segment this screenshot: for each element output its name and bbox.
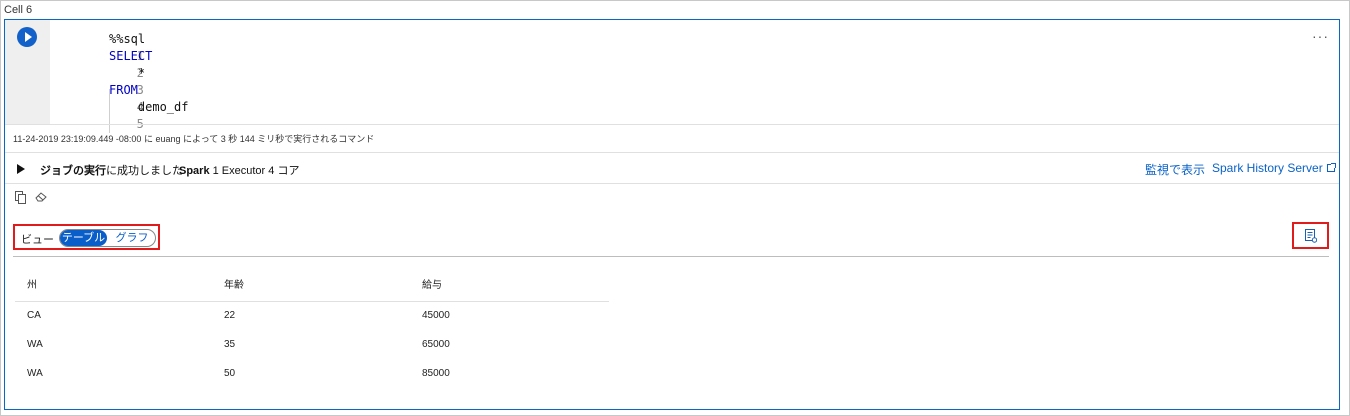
divider	[5, 183, 1339, 184]
table-cell: 50	[224, 368, 236, 379]
eraser-icon[interactable]	[35, 192, 47, 202]
table-row: WA 35 65000	[15, 330, 609, 359]
spark-resources: 1 Executor 4 コア	[209, 165, 300, 177]
spark-info: Spark 1 Executor 4 コア	[179, 162, 299, 178]
chart-settings-group	[1292, 222, 1329, 249]
run-cell-button[interactable]	[17, 27, 37, 47]
divider	[5, 124, 1339, 125]
notebook-cell-container: Cell 6 1 %%sql 2 SELECT 3 * 4 FROM demo_…	[0, 0, 1350, 416]
code-line: 2 SELECT	[65, 48, 152, 80]
view-in-monitoring-link[interactable]: 監視で表示	[1145, 161, 1205, 178]
view-toggle[interactable]: テーブル グラフ	[59, 229, 156, 247]
code-text: %%sql	[109, 32, 146, 46]
table-cell: 45000	[422, 310, 450, 322]
table-cell: 22	[224, 310, 236, 322]
notebook-cell[interactable]: 1 %%sql 2 SELECT 3 * 4 FROM 5 demo_df ··	[4, 19, 1340, 410]
spark-history-server-link[interactable]: Spark History Server	[1212, 161, 1336, 175]
spark-history-server-label: Spark History Server	[1212, 161, 1323, 175]
table-view-option[interactable]: テーブル	[60, 230, 107, 246]
table-cell: WA	[27, 339, 43, 350]
job-status-bold: ジョブの実行	[40, 165, 106, 177]
code-line: 3 *	[65, 65, 146, 97]
table-header-row: 州 年齢 給与	[15, 267, 609, 302]
indent-guide	[109, 89, 110, 133]
job-status-row: ジョブの実行に成功しました Spark 1 Executor 4 コア 監視で表…	[5, 153, 1339, 183]
job-status: ジョブの実行に成功しました	[40, 162, 183, 178]
copy-icon[interactable]	[15, 191, 26, 204]
code-keyword: SELECT	[109, 49, 153, 63]
code-line: 5 demo_df	[65, 99, 189, 131]
code-editor[interactable]: 1 %%sql 2 SELECT 3 * 4 FROM 5 demo_df	[65, 31, 189, 133]
column-header[interactable]: 給与	[410, 267, 609, 302]
more-actions-button[interactable]: ···	[1312, 28, 1329, 44]
cell-gutter	[5, 20, 50, 124]
table-cell: WA	[27, 368, 43, 379]
column-header[interactable]: 州	[15, 267, 212, 302]
table-cell: CA	[27, 310, 41, 322]
expand-arrow-icon[interactable]	[17, 164, 25, 174]
cell-title: Cell 6	[4, 4, 33, 16]
column-header[interactable]: 年齢	[212, 267, 410, 302]
table-cell: 65000	[422, 339, 450, 350]
view-toggle-group: ビュー テーブル グラフ	[13, 224, 160, 250]
table-cell: 35	[224, 339, 236, 350]
table-row: WA 50 85000	[15, 359, 609, 388]
code-line: 4 FROM	[65, 82, 144, 114]
job-status-text: に成功しました	[106, 165, 183, 177]
results-table: 州 年齢 給与 CA 22 45000 WA 35 65000 WA 50 85…	[15, 267, 609, 388]
external-link-icon	[1326, 163, 1336, 172]
view-settings-icon[interactable]	[1305, 229, 1317, 243]
table-row: CA 22 45000	[15, 301, 609, 330]
chart-view-option[interactable]: グラフ	[110, 230, 154, 246]
execution-info: 11-24-2019 23:19:09.449 -08:00 に euang に…	[13, 134, 375, 144]
spark-label: Spark	[179, 165, 210, 177]
divider	[13, 256, 1329, 257]
code-keyword: FROM	[109, 83, 138, 97]
code-text: *	[109, 66, 146, 80]
table-cell: 85000	[422, 368, 450, 379]
code-text: demo_df	[109, 100, 189, 114]
code-line: 1 %%sql	[65, 31, 146, 63]
view-label: ビュー	[21, 234, 54, 246]
